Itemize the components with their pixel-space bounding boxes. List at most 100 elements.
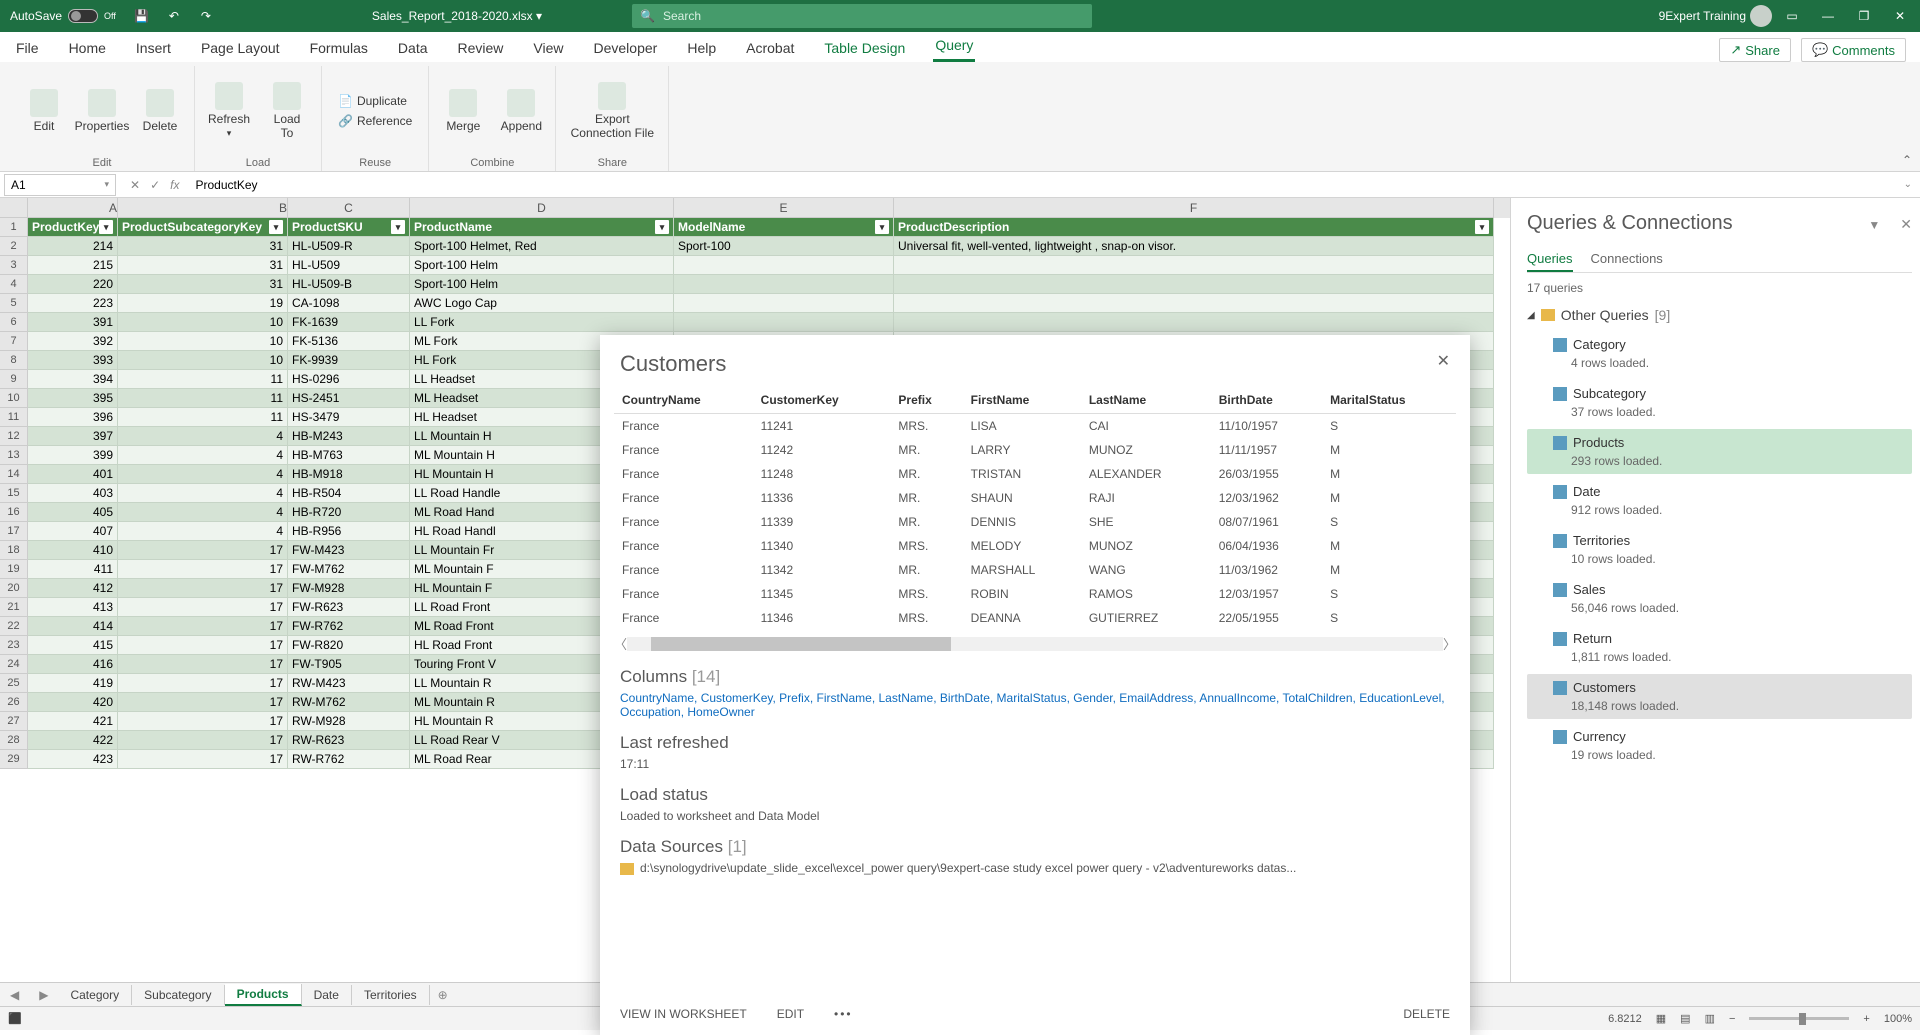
tab-data[interactable]: Data [396,34,430,62]
cell[interactable]: 403 [28,484,118,503]
tab-table-design[interactable]: Table Design [822,34,907,62]
autosave-toggle[interactable]: AutoSave Off [0,9,126,23]
row-num[interactable]: 10 [0,389,28,408]
cell[interactable]: RW-M928 [288,712,410,731]
cell[interactable]: RW-M423 [288,674,410,693]
row-num[interactable]: 19 [0,560,28,579]
cell[interactable]: HB-R504 [288,484,410,503]
row-num[interactable]: 9 [0,370,28,389]
avatar-icon[interactable] [1750,5,1772,27]
sheet-nav-next-icon[interactable]: ▶ [29,988,58,1002]
row-num[interactable]: 6 [0,313,28,332]
row-num[interactable]: 26 [0,693,28,712]
append-button[interactable]: Append [493,66,549,155]
delete-query-button[interactable]: DELETE [1403,1007,1450,1021]
cell[interactable]: LL Fork [410,313,674,332]
merge-button[interactable]: Merge [435,66,491,155]
cell[interactable]: 396 [28,408,118,427]
cell[interactable]: 17 [118,560,288,579]
cell[interactable]: 220 [28,275,118,294]
col-B[interactable]: B [118,198,288,218]
table-row[interactable]: 6 391 10 FK-1639 LL Fork [0,313,1510,332]
cell[interactable] [674,275,894,294]
tab-help[interactable]: Help [685,34,718,62]
cell[interactable]: 413 [28,598,118,617]
record-macro-icon[interactable]: ⬛ [8,1012,22,1025]
undo-icon[interactable]: ↶ [158,0,190,32]
tab-formulas[interactable]: Formulas [308,34,370,62]
cell[interactable]: HL-U509-R [288,237,410,256]
tab-view[interactable]: View [531,34,565,62]
filter-icon[interactable]: ▾ [99,220,113,234]
tab-acrobat[interactable]: Acrobat [744,34,796,62]
redo-icon[interactable]: ↷ [190,0,222,32]
zoom-slider[interactable] [1749,1017,1849,1020]
row-num[interactable]: 5 [0,294,28,313]
cell[interactable]: 17 [118,731,288,750]
cell[interactable]: 412 [28,579,118,598]
row-num[interactable]: 23 [0,636,28,655]
row-num[interactable]: 15 [0,484,28,503]
cell[interactable]: FW-R820 [288,636,410,655]
sidebar-dropdown-icon[interactable]: ▼ [1868,218,1880,232]
col-E[interactable]: E [674,198,894,218]
filter-icon[interactable]: ▾ [1475,220,1489,234]
filter-icon[interactable]: ▾ [269,220,283,234]
cell[interactable]: 17 [118,541,288,560]
cell[interactable] [894,294,1494,313]
collapse-icon[interactable]: ◢ [1527,310,1535,321]
popup-hscroll[interactable]: 〈 〉 [600,630,1470,657]
cell[interactable]: 17 [118,712,288,731]
cell[interactable]: FK-1639 [288,313,410,332]
cell[interactable]: 17 [118,617,288,636]
row-num[interactable]: 27 [0,712,28,731]
row-num[interactable]: 11 [0,408,28,427]
cell[interactable]: 17 [118,674,288,693]
refresh-button[interactable]: Refresh▾ [201,66,257,155]
cell[interactable]: HS-3479 [288,408,410,427]
scroll-thumb[interactable] [651,637,951,651]
select-all-corner[interactable] [0,198,28,218]
tab-home[interactable]: Home [67,34,108,62]
cell[interactable]: 19 [118,294,288,313]
formula-input[interactable]: ProductKey [189,178,1895,192]
cell[interactable]: AWC Logo Cap [410,294,674,313]
row-num[interactable]: 17 [0,522,28,541]
query-group[interactable]: ◢ Other Queries [9] [1527,307,1912,323]
cell[interactable]: HB-M243 [288,427,410,446]
cell[interactable]: Universal fit, well-vented, lightweight … [894,237,1494,256]
close-icon[interactable]: ✕ [1884,0,1916,32]
cell[interactable]: 17 [118,636,288,655]
filter-icon[interactable]: ▾ [875,220,889,234]
cell[interactable]: 4 [118,503,288,522]
duplicate-button[interactable]: 📄Duplicate [332,92,418,110]
cell[interactable]: 4 [118,484,288,503]
cell[interactable]: 420 [28,693,118,712]
cell[interactable]: Sport-100 Helmet, Red [410,237,674,256]
cell[interactable]: 394 [28,370,118,389]
cell[interactable]: 401 [28,465,118,484]
sheet-subcategory[interactable]: Subcategory [132,985,224,1005]
col-A[interactable]: A [28,198,118,218]
cell[interactable]: 223 [28,294,118,313]
cell[interactable]: FK-5136 [288,332,410,351]
expand-formula-icon[interactable]: ⌄ [1896,179,1920,190]
tab-connections[interactable]: Connections [1591,247,1663,272]
row-num[interactable]: 13 [0,446,28,465]
cell[interactable]: 11 [118,389,288,408]
th-name[interactable]: ProductName▾ [410,218,674,237]
cell[interactable]: 4 [118,427,288,446]
sheet-category[interactable]: Category [58,985,132,1005]
col-C[interactable]: C [288,198,410,218]
cell[interactable]: 393 [28,351,118,370]
cell[interactable]: 411 [28,560,118,579]
edit-query-button[interactable]: EDIT [777,1007,804,1021]
cell[interactable]: 391 [28,313,118,332]
tab-review[interactable]: Review [456,34,506,62]
query-item-category[interactable]: Category 4 rows loaded. [1527,331,1912,376]
cell[interactable]: 17 [118,655,288,674]
table-row[interactable]: 5 223 19 CA-1098 AWC Logo Cap [0,294,1510,313]
th-desc[interactable]: ProductDescription▾ [894,218,1494,237]
cell[interactable]: RW-M762 [288,693,410,712]
cell[interactable]: FW-R623 [288,598,410,617]
